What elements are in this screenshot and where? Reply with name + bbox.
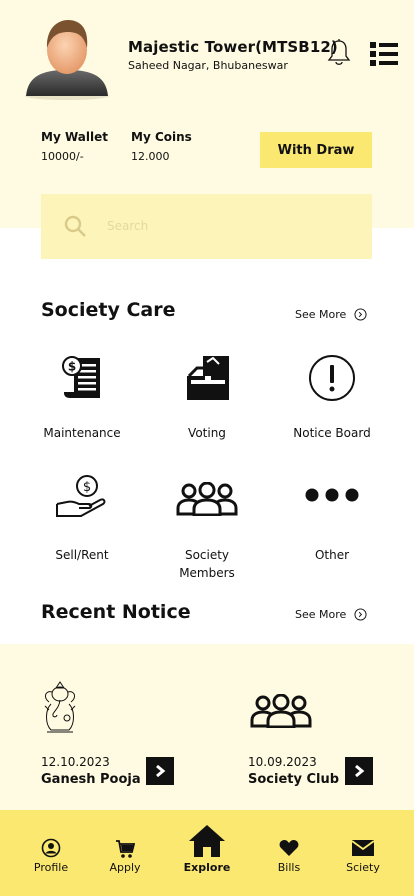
care-label-maintenance: Maintenance: [43, 426, 121, 440]
nav-item-bills[interactable]: Bills: [249, 810, 329, 896]
nav-label-explore: Explore: [183, 861, 231, 874]
nav-item-apply[interactable]: Apply: [85, 810, 165, 896]
care-label-other: Other: [314, 548, 350, 562]
ballot-box-icon: [187, 356, 229, 400]
coins-label: My Coins: [131, 130, 192, 144]
notice-open-button[interactable]: [345, 757, 373, 785]
notice-open-button[interactable]: [146, 757, 174, 785]
care-label-notice-board: Notice Board: [293, 426, 371, 440]
more-dots-icon: [305, 488, 359, 502]
coins-value: 12.000: [131, 150, 170, 163]
nav-item-profile[interactable]: Profile: [11, 810, 91, 896]
society-care-see-more[interactable]: See More: [295, 308, 367, 321]
chevron-right-circle-icon: [354, 608, 367, 621]
user-avatar-icon[interactable]: [22, 14, 112, 100]
wallet-label: My Wallet: [41, 130, 108, 144]
search-bar[interactable]: [41, 194, 372, 259]
withdraw-button[interactable]: With Draw: [260, 132, 372, 168]
nav-label-apply: Apply: [109, 861, 141, 874]
ganesha-icon: [44, 681, 76, 733]
home-icon: [189, 825, 225, 857]
see-more-label: See More: [295, 608, 347, 621]
nav-item-sciety[interactable]: Sciety: [323, 810, 403, 896]
svg-text:$: $: [83, 480, 91, 495]
chevron-right-icon: [355, 764, 365, 778]
care-label-voting: Voting: [188, 426, 226, 440]
bell-icon[interactable]: [327, 38, 351, 68]
notice-date: 10.09.2023: [248, 755, 317, 769]
notice-title: Society Club: [248, 772, 340, 787]
search-input[interactable]: [107, 214, 357, 238]
recent-notice-title: Recent Notice: [41, 601, 191, 623]
care-label-sell-rent: Sell/Rent: [55, 548, 109, 562]
group-icon: [250, 694, 312, 728]
wallet-value: 10000/-: [41, 150, 84, 163]
notice-card-society-club[interactable]: 10.09.2023 Society Club: [248, 680, 398, 790]
nav-item-explore[interactable]: Explore: [167, 810, 247, 896]
care-item-notice-board[interactable]: Notice Board: [272, 354, 392, 442]
cart-icon: [116, 840, 135, 858]
care-item-society-members[interactable]: Society Members: [147, 482, 267, 582]
notice-card-ganesh-pooja[interactable]: 12.10.2023 Ganesh Pooja: [41, 680, 191, 790]
society-care-title: Society Care: [41, 299, 176, 321]
care-item-other[interactable]: Other: [272, 488, 392, 564]
nav-label-bills: Bills: [277, 861, 301, 874]
nav-label-sciety: Sciety: [346, 861, 380, 874]
exclamation-icon: [309, 355, 355, 401]
care-item-voting[interactable]: Voting: [147, 354, 267, 442]
chevron-right-icon: [156, 764, 166, 778]
nav-label-profile: Profile: [33, 861, 69, 874]
care-item-sell-rent[interactable]: $ Sell/Rent: [22, 474, 142, 564]
chevron-right-circle-icon: [354, 308, 367, 321]
building-location: Saheed Nagar, Bhubaneswar: [128, 59, 288, 72]
receipt-icon: $: [62, 356, 100, 398]
recent-notice-see-more[interactable]: See More: [295, 608, 367, 621]
care-label-society-members: Society Members: [147, 546, 267, 582]
notice-title: Ganesh Pooja: [41, 772, 141, 787]
building-name: Majestic Tower(MTSB12): [128, 38, 338, 56]
see-more-label: See More: [295, 308, 347, 321]
care-item-maintenance[interactable]: $ Maintenance: [22, 354, 142, 442]
group-icon: [176, 482, 238, 516]
svg-text:$: $: [68, 360, 76, 374]
society-members-line: Members: [179, 566, 235, 580]
search-icon: [64, 215, 86, 237]
list-menu-icon[interactable]: [369, 40, 399, 68]
notice-date: 12.10.2023: [41, 755, 110, 769]
bottom-navigation: Profile Apply Explore Bills Sciety: [0, 810, 414, 896]
profile-icon: [41, 838, 61, 858]
hand-coin-icon: $: [56, 475, 106, 517]
heart-icon: [279, 840, 299, 856]
mail-icon: [351, 840, 375, 856]
society-members-line: Society: [184, 548, 230, 562]
